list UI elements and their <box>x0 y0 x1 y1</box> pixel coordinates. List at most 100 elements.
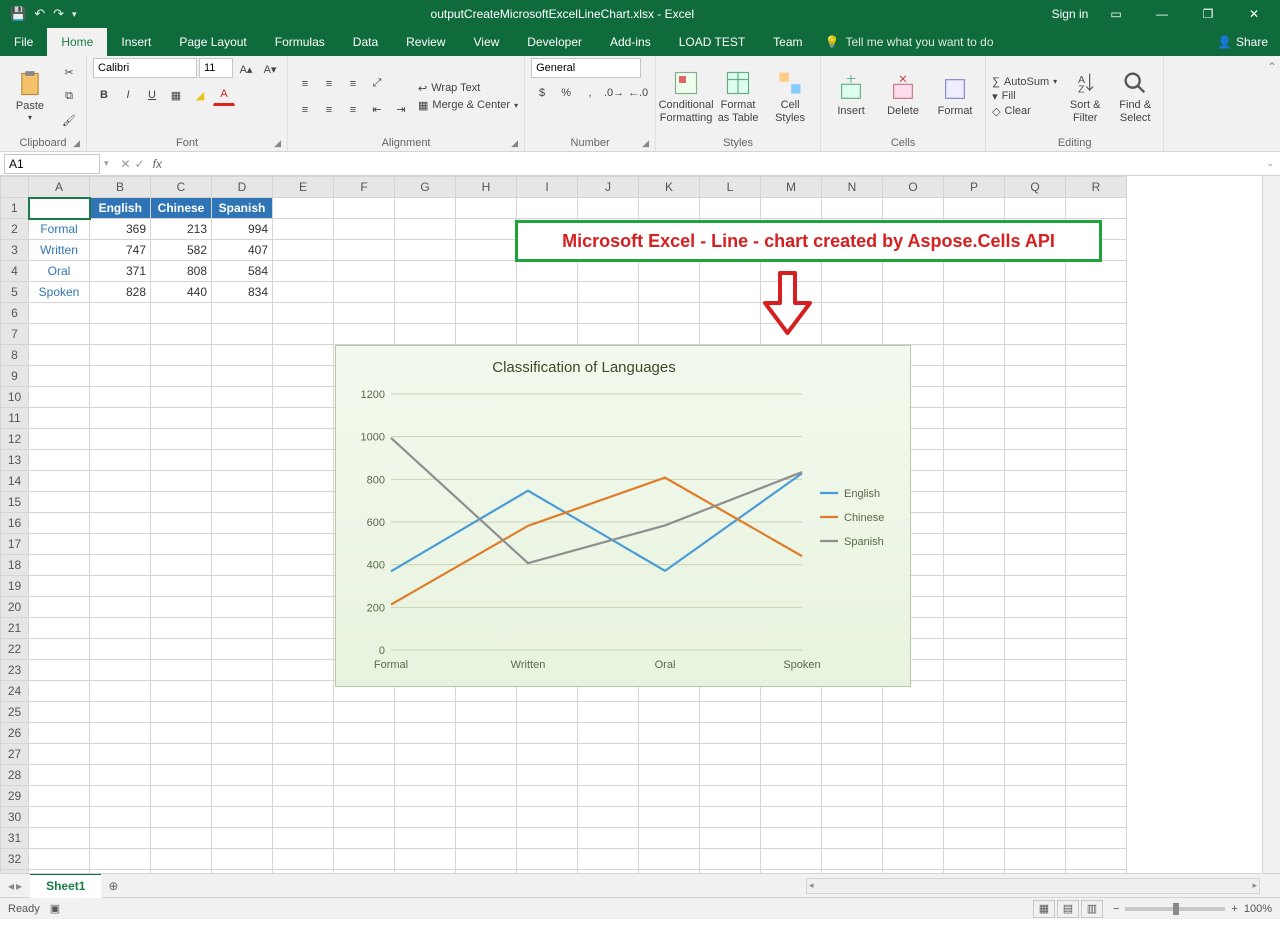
cell-B4[interactable]: 371 <box>90 261 151 282</box>
undo-icon[interactable]: ↶ <box>34 6 45 22</box>
cell-D27[interactable] <box>212 744 273 765</box>
cell-J30[interactable] <box>578 807 639 828</box>
redo-icon[interactable]: ↷ <box>53 6 64 22</box>
cell-A14[interactable] <box>29 471 90 492</box>
merge-center-button[interactable]: ▦Merge & Center▾ <box>418 99 518 112</box>
cell-R32[interactable] <box>1066 849 1127 870</box>
cell-G28[interactable] <box>395 765 456 786</box>
cell-styles-button[interactable]: Cell Styles <box>766 61 814 133</box>
cell-G3[interactable] <box>395 240 456 261</box>
dialog-launcher-icon[interactable]: ◢ <box>642 138 649 149</box>
cell-E5[interactable] <box>273 282 334 303</box>
cell-B9[interactable] <box>90 366 151 387</box>
cell-B2[interactable]: 369 <box>90 219 151 240</box>
cell-Q21[interactable] <box>1005 618 1066 639</box>
cell-P6[interactable] <box>944 303 1005 324</box>
cell-R16[interactable] <box>1066 513 1127 534</box>
qat-more-icon[interactable]: ▾ <box>72 9 77 20</box>
cell-B29[interactable] <box>90 786 151 807</box>
cell-J26[interactable] <box>578 723 639 744</box>
cell-J6[interactable] <box>578 303 639 324</box>
cell-O6[interactable] <box>883 303 944 324</box>
cell-P7[interactable] <box>944 324 1005 345</box>
cell-E7[interactable] <box>273 324 334 345</box>
cell-E1[interactable] <box>273 198 334 219</box>
cell-B1[interactable]: English <box>90 198 151 219</box>
decrease-indent-icon[interactable]: ⇤ <box>366 99 388 121</box>
cell-E25[interactable] <box>273 702 334 723</box>
cell-L30[interactable] <box>700 807 761 828</box>
cell-A6[interactable] <box>29 303 90 324</box>
cell-C22[interactable] <box>151 639 212 660</box>
signin-button[interactable]: Sign in <box>1048 0 1092 28</box>
cell-O25[interactable] <box>883 702 944 723</box>
cell-D26[interactable] <box>212 723 273 744</box>
cell-B18[interactable] <box>90 555 151 576</box>
cell-P20[interactable] <box>944 597 1005 618</box>
cell-N26[interactable] <box>822 723 883 744</box>
cell-D8[interactable] <box>212 345 273 366</box>
percent-icon[interactable]: % <box>555 82 577 104</box>
copy-icon[interactable]: ⧉ <box>58 86 80 108</box>
sheet-tab-sheet1[interactable]: Sheet1 <box>30 874 101 898</box>
cell-E17[interactable] <box>273 534 334 555</box>
collapse-ribbon-icon[interactable]: ⌃ <box>1264 56 1280 152</box>
cell-B12[interactable] <box>90 429 151 450</box>
cell-H31[interactable] <box>456 828 517 849</box>
cell-O32[interactable] <box>883 849 944 870</box>
cell-D2[interactable]: 994 <box>212 219 273 240</box>
cell-J33[interactable] <box>578 870 639 874</box>
worksheet-grid[interactable]: ABCDEFGHIJKLMNOPQR1EnglishChineseSpanish… <box>0 176 1280 873</box>
cell-H28[interactable] <box>456 765 517 786</box>
cell-B5[interactable]: 828 <box>90 282 151 303</box>
cell-F1[interactable] <box>334 198 395 219</box>
cell-H6[interactable] <box>456 303 517 324</box>
dialog-launcher-icon[interactable]: ◢ <box>73 138 80 149</box>
cell-B33[interactable] <box>90 870 151 874</box>
cell-O31[interactable] <box>883 828 944 849</box>
cell-R28[interactable] <box>1066 765 1127 786</box>
cell-D33[interactable] <box>212 870 273 874</box>
increase-indent-icon[interactable]: ⇥ <box>390 99 412 121</box>
cell-B22[interactable] <box>90 639 151 660</box>
cell-A8[interactable] <box>29 345 90 366</box>
cell-D32[interactable] <box>212 849 273 870</box>
cell-B23[interactable] <box>90 660 151 681</box>
cell-Q20[interactable] <box>1005 597 1066 618</box>
cell-B31[interactable] <box>90 828 151 849</box>
cell-A28[interactable] <box>29 765 90 786</box>
cell-B3[interactable]: 747 <box>90 240 151 261</box>
cell-O7[interactable] <box>883 324 944 345</box>
align-bottom-icon[interactable]: ≡ <box>342 73 364 95</box>
cell-Q10[interactable] <box>1005 387 1066 408</box>
cell-M28[interactable] <box>761 765 822 786</box>
cell-L7[interactable] <box>700 324 761 345</box>
cell-Q19[interactable] <box>1005 576 1066 597</box>
cell-C17[interactable] <box>151 534 212 555</box>
cell-E11[interactable] <box>273 408 334 429</box>
cell-N7[interactable] <box>822 324 883 345</box>
cell-I30[interactable] <box>517 807 578 828</box>
cell-B10[interactable] <box>90 387 151 408</box>
cell-A1[interactable] <box>29 198 90 219</box>
cell-O30[interactable] <box>883 807 944 828</box>
cell-A3[interactable]: Written <box>29 240 90 261</box>
cell-P12[interactable] <box>944 429 1005 450</box>
cell-I28[interactable] <box>517 765 578 786</box>
cell-Q25[interactable] <box>1005 702 1066 723</box>
tell-me[interactable]: 💡Tell me what you want to do <box>817 28 1206 56</box>
cell-E8[interactable] <box>273 345 334 366</box>
close-icon[interactable]: ✕ <box>1232 0 1276 28</box>
cell-N32[interactable] <box>822 849 883 870</box>
cell-F31[interactable] <box>334 828 395 849</box>
cell-M32[interactable] <box>761 849 822 870</box>
tab-developer[interactable]: Developer <box>513 28 596 56</box>
cell-A20[interactable] <box>29 597 90 618</box>
namebox-dropdown-icon[interactable]: ▾ <box>100 158 113 169</box>
cell-R30[interactable] <box>1066 807 1127 828</box>
align-left-icon[interactable]: ≡ <box>294 99 316 121</box>
cell-R12[interactable] <box>1066 429 1127 450</box>
cell-C10[interactable] <box>151 387 212 408</box>
cell-J27[interactable] <box>578 744 639 765</box>
cell-E26[interactable] <box>273 723 334 744</box>
